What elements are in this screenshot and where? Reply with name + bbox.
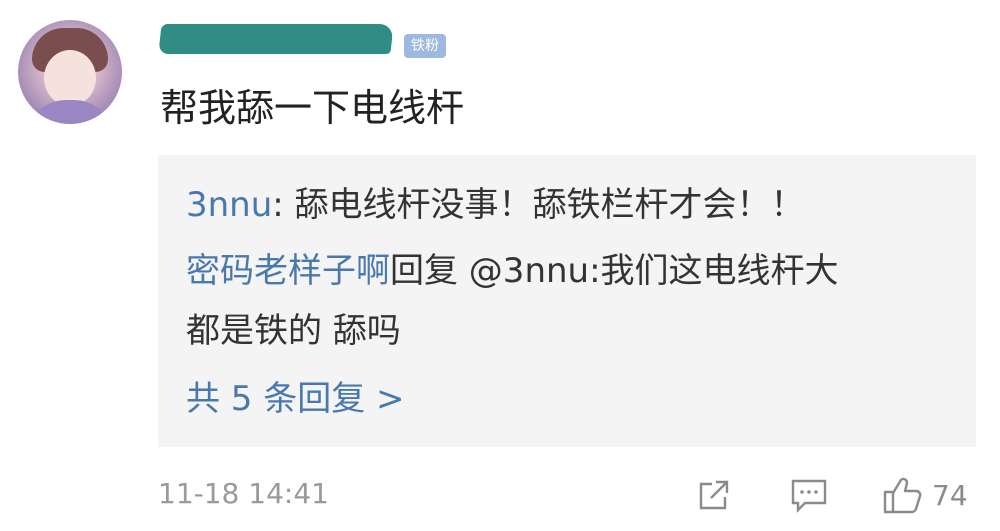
thumbs-up-icon	[880, 473, 924, 517]
reply-item[interactable]: 3nnu: 舔电线杆没事！舔铁栏杆才会！！	[186, 181, 805, 229]
comment-text: 帮我舔一下电线杆	[160, 86, 465, 130]
avatar-face	[44, 50, 96, 106]
reply-author[interactable]: 密码老样子啊	[186, 251, 390, 291]
username-redacted[interactable]	[158, 24, 394, 54]
comment-icon	[788, 475, 830, 515]
like-count: 74	[932, 478, 968, 512]
fan-badge: 铁粉	[404, 34, 446, 58]
comment-card: 铁粉 帮我舔一下电线杆 3nnu: 舔电线杆没事！舔铁栏杆才会！！ 密码老样子啊…	[0, 0, 1000, 531]
reply-item[interactable]: 密码老样子啊回复 @3nnu:我们这电线杆大	[186, 247, 839, 295]
share-icon	[694, 475, 734, 515]
reply-text: 回复 @3nnu:我们这电线杆大	[390, 251, 839, 291]
avatar[interactable]	[18, 20, 122, 124]
like-button[interactable]: 74	[880, 473, 968, 517]
replies-box[interactable]: 3nnu: 舔电线杆没事！舔铁栏杆才会！！ 密码老样子啊回复 @3nnu:我们这…	[158, 155, 976, 447]
more-replies-link[interactable]: 共 5 条回复 >	[186, 375, 405, 423]
reply-author[interactable]: 3nnu	[186, 185, 272, 225]
share-button[interactable]	[694, 473, 734, 517]
timestamp: 11-18 14:41	[158, 477, 329, 510]
reply-text: : 舔电线杆没事！舔铁栏杆才会！！	[272, 185, 805, 225]
comment-button[interactable]	[788, 473, 830, 517]
reply-text-continued: 都是铁的 舔吗	[186, 311, 401, 351]
avatar-body	[26, 100, 114, 124]
